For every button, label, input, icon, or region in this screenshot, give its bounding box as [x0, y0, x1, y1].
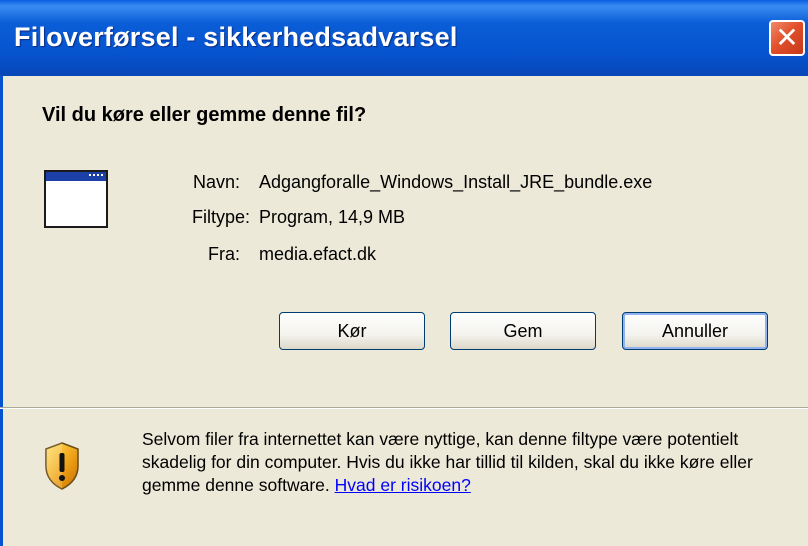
filetype-label: Filtype: — [191, 207, 250, 227]
filetype-value: Program, 14,9 MB — [259, 207, 406, 227]
name-label: Navn: — [192, 172, 240, 192]
close-icon: ✕ — [775, 22, 799, 53]
run-button[interactable]: Kør — [279, 312, 425, 350]
window-title: Filoverførsel - sikkerhedsadvarsel — [14, 22, 458, 52]
name-value: Adgangforalle_Windows_Install_JRE_bundle… — [259, 172, 653, 192]
title-bar[interactable]: Filoverførsel - sikkerhedsadvarsel ✕ — [0, 0, 808, 76]
security-warning-text: Selvom filer fra internettet kan være ny… — [142, 428, 782, 497]
shield-warning-icon — [45, 442, 79, 490]
cancel-button[interactable]: Annuller — [622, 312, 768, 350]
from-label: Fra: — [207, 244, 240, 264]
from-value: media.efact.dk — [259, 244, 377, 264]
close-button[interactable]: ✕ — [769, 20, 805, 56]
risk-link[interactable]: Hvad er risikoen? — [335, 475, 471, 495]
dialog-question: Vil du køre eller gemme denne fil? — [42, 104, 367, 126]
save-button[interactable]: Gem — [450, 312, 596, 350]
